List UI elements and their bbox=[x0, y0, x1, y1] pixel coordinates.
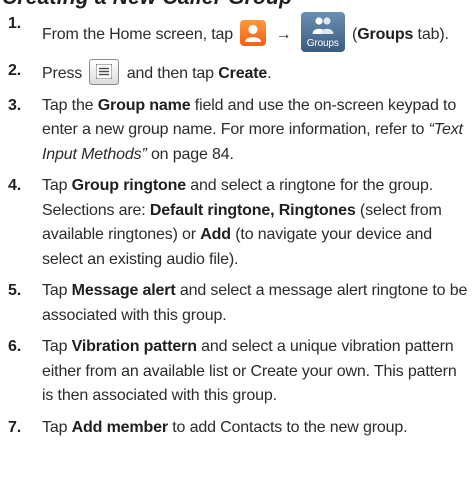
step-text: to add Contacts to the new group. bbox=[172, 418, 408, 436]
step-text: Tap bbox=[42, 282, 68, 299]
step-text: Tap the bbox=[42, 96, 94, 114]
step-5: 5. Tap Message alert and select a messag… bbox=[0, 279, 476, 328]
step-7: 7. Tap Add member to add Contacts to the… bbox=[0, 416, 476, 441]
step-bold-text: Groups bbox=[357, 26, 414, 43]
step-bold-text: Group ringtone bbox=[71, 177, 186, 194]
groups-tab-label: Groups bbox=[306, 38, 339, 49]
step-number: 6. bbox=[8, 338, 22, 355]
step-bold-text: Add bbox=[200, 226, 231, 243]
arrow-icon: → bbox=[275, 26, 292, 43]
step-bold-text: Default ringtone, Ringtones bbox=[149, 201, 356, 219]
step-bold-text: Create bbox=[218, 65, 268, 82]
step-number: 3. bbox=[8, 96, 22, 114]
step-bold-text: Group name bbox=[97, 96, 191, 114]
step-4: 4. Tap Group ringtone and select a ringt… bbox=[0, 174, 476, 272]
step-1: 1. From the Home screen, tap → Groups (G… bbox=[0, 12, 476, 52]
section-heading: Creating a New Caller Group bbox=[2, 0, 292, 10]
step-6: 6. Tap Vibration pattern and select a un… bbox=[0, 335, 476, 409]
step-bold-text: Message alert bbox=[71, 282, 176, 299]
step-text: From the Home screen, tap bbox=[42, 26, 233, 43]
steps-list: 1. From the Home screen, tap → Groups (G… bbox=[0, 12, 476, 440]
step-text: Tap bbox=[42, 177, 68, 194]
step-text: Tap bbox=[42, 418, 68, 436]
step-text: tab). bbox=[417, 26, 449, 43]
menu-key-icon bbox=[89, 59, 120, 85]
step-text: . bbox=[267, 65, 272, 82]
step-bold-text: Vibration pattern bbox=[71, 338, 197, 355]
step-number: 1. bbox=[8, 15, 22, 32]
step-text: Press bbox=[42, 65, 83, 82]
step-text: Tap bbox=[42, 338, 68, 355]
groups-tab-icon: Groups bbox=[300, 12, 345, 52]
step-number: 2. bbox=[8, 62, 22, 79]
step-number: 7. bbox=[8, 418, 22, 436]
step-bold-text: Add member bbox=[71, 418, 168, 436]
step-text: on page 84. bbox=[150, 145, 234, 163]
step-3: 3. Tap the Group name field and use the … bbox=[0, 94, 476, 168]
step-number: 4. bbox=[8, 177, 22, 194]
step-text: and then tap bbox=[126, 65, 214, 82]
contacts-app-icon bbox=[240, 20, 267, 46]
step-2: 2. Press and then tap Create. bbox=[0, 59, 476, 87]
step-number: 5. bbox=[8, 282, 22, 299]
